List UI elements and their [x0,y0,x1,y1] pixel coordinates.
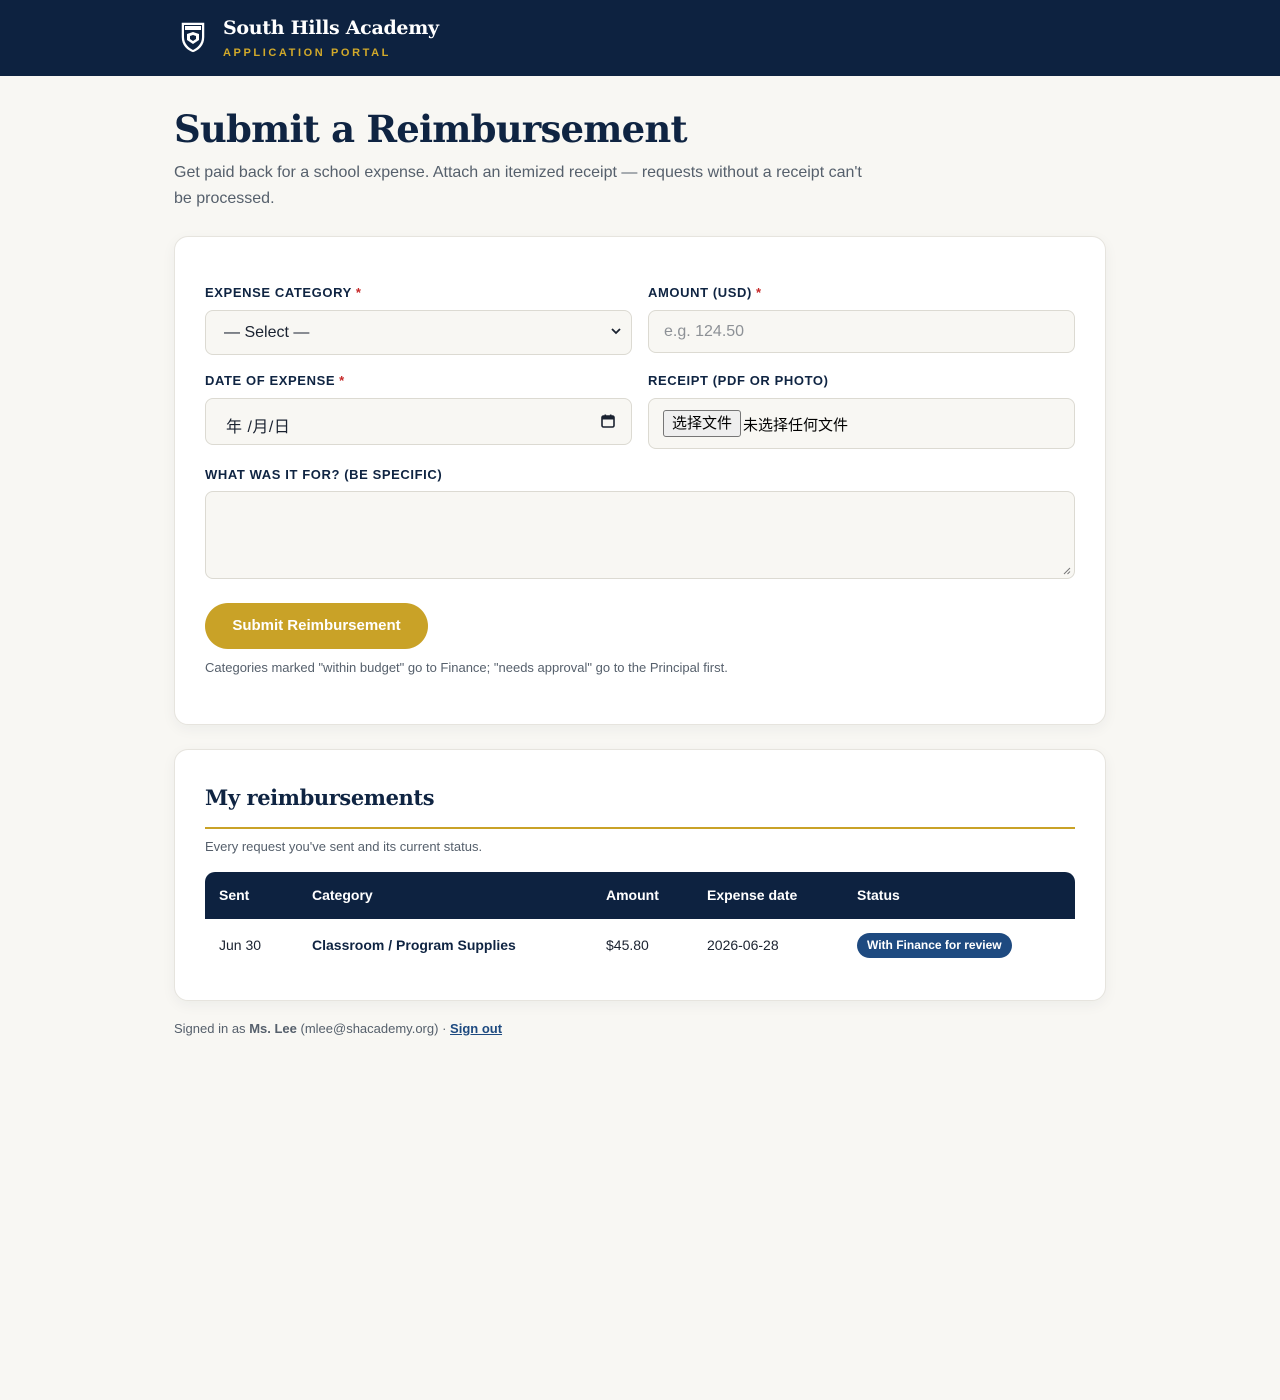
sign-out-link[interactable]: Sign out [450,1021,502,1036]
amount-placeholder: e.g. 124.50 [664,323,745,340]
column-header-status: Status [857,887,900,903]
file-status-text: 未选择任何文件 [743,417,849,434]
required-mark: * [339,373,345,388]
footer-separator: · [442,1021,447,1036]
school-name: South Hills Academy [223,17,439,39]
column-header-sent: Sent [219,887,250,903]
resize-handle-icon[interactable] [1063,567,1071,575]
school-crest-icon [180,21,206,54]
category-selected-value: — Select — [224,324,310,341]
section-description: Every request you've sent and its curren… [205,839,483,854]
column-header-amount: Amount [606,887,659,903]
section-title: My reimbursements [205,785,435,810]
routing-note: Categories marked "within budget" go to … [205,660,728,675]
choose-file-button[interactable]: 选择文件 [663,410,742,437]
submit-reimbursement-button[interactable]: Submit Reimbursement [205,603,428,649]
table-row: Jun 30 Classroom / Program Supplies $45.… [205,919,1075,973]
required-mark: * [355,285,362,300]
amount-label: AMOUNT (USD) * [648,285,762,300]
portal-label: APPLICATION PORTAL [223,47,391,59]
category-label: EXPENSE CATEGORY * [205,285,362,300]
top-bar: South Hills Academy APPLICATION PORTAL [0,0,1280,76]
cell-amount: $45.80 [606,937,649,953]
page-description: Get paid back for a school expense. Atta… [174,164,862,207]
purpose-textarea[interactable] [205,491,1075,579]
expense-category-select[interactable]: — Select — [205,310,632,355]
receipt-label: RECEIPT (PDF OR PHOTO) [648,373,829,388]
purpose-label: WHAT WAS IT FOR? (BE SPECIFIC) [205,467,443,482]
user-email: (mlee@shacademy.org) [300,1021,439,1036]
required-mark: * [755,285,762,300]
status-badge: With Finance for review [857,933,1012,958]
calendar-icon[interactable] [601,414,615,428]
chevron-down-icon [611,328,621,335]
column-header-category: Category [312,887,373,903]
expense-date-input[interactable]: 年 /月/日 [205,398,632,445]
signed-in-prefix: Signed in as [174,1021,246,1036]
amount-input[interactable]: e.g. 124.50 [648,310,1075,353]
signed-in-footer: Signed in as Ms. Lee (mlee@shacademy.org… [174,1021,502,1036]
date-label: DATE OF EXPENSE * [205,373,345,388]
table-header: Sent Category Amount Expense date Status [205,872,1075,919]
user-name: Ms. Lee [249,1021,297,1036]
cell-category: Classroom / Program Supplies [312,937,516,953]
receipt-file-input[interactable]: 选择文件 未选择任何文件 [648,398,1075,449]
column-header-expense-date: Expense date [707,887,798,903]
date-format-placeholder: 年 /月/日 [226,419,291,436]
my-reimbursements-card: My reimbursements Every request you've s… [174,749,1106,1001]
section-divider [205,827,1075,829]
page-title: Submit a Reimbursement [174,107,688,151]
cell-expense-date: 2026-06-28 [707,937,779,953]
cell-sent: Jun 30 [219,937,262,953]
reimbursement-form-card: EXPENSE CATEGORY * — Select — AMOUNT (USD… [174,236,1106,725]
